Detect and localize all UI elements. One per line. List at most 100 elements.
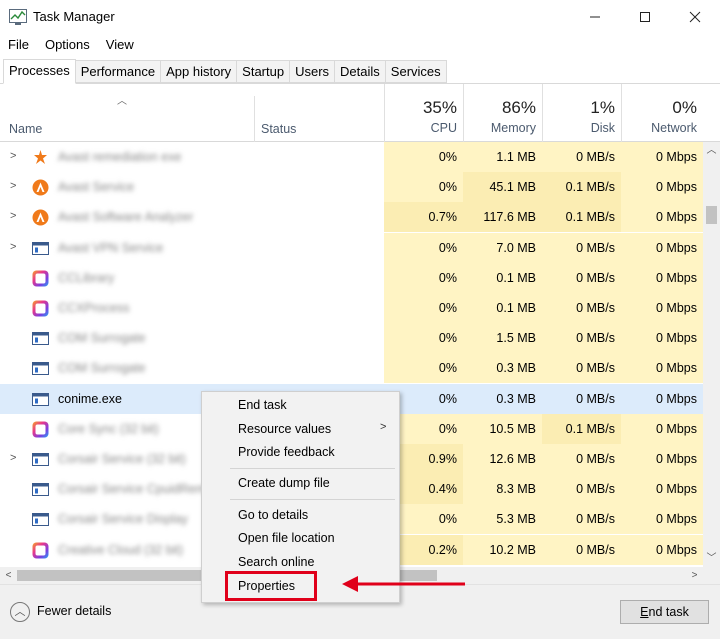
expand-chevron-icon[interactable]: > <box>10 241 16 253</box>
tab-startup[interactable]: Startup <box>237 60 291 83</box>
tab-processes[interactable]: Processes <box>3 59 76 84</box>
network-value: 0 Mbps <box>656 392 697 406</box>
tab-strip: Processes Performance App history Startu… <box>3 59 447 84</box>
process-row[interactable]: CCXProcess 0% 0.1 MB 0 MB/s 0 Mbps <box>0 293 703 323</box>
network-label: Network <box>651 121 697 135</box>
tab-performance[interactable]: Performance <box>75 60 162 83</box>
network-value: 0 Mbps <box>621 293 703 323</box>
minimize-icon <box>590 16 600 18</box>
close-icon <box>689 11 701 23</box>
task-manager-icon <box>9 9 27 25</box>
column-status[interactable]: Status <box>261 122 296 136</box>
process-name: Corsair Service (32 bit) <box>58 452 186 466</box>
process-row[interactable]: CCLibrary 0% 0.1 MB 0 MB/s 0 Mbps <box>0 263 703 293</box>
menu-go-to-details[interactable]: Go to details <box>238 508 308 522</box>
process-name: COM Surrogate <box>58 361 146 375</box>
avast-icon <box>32 209 49 226</box>
scrollbar-corner <box>703 567 720 584</box>
cpu-value: 0% <box>384 263 463 293</box>
expand-chevron-icon[interactable]: > <box>10 210 16 222</box>
menu-resource-values[interactable]: Resource values <box>238 422 331 436</box>
menu-view[interactable]: View <box>98 35 142 55</box>
tab-services[interactable]: Services <box>385 60 447 83</box>
process-row[interactable]: COM Surrogate 0% 1.5 MB 0 MB/s 0 Mbps <box>0 323 703 353</box>
menu-separator <box>230 499 395 500</box>
properties-highlight-box <box>225 571 317 601</box>
memory-value: 0.1 MB <box>463 263 542 293</box>
process-row[interactable]: > Avast Service 0% 45.1 MB 0.1 MB/s 0 Mbps <box>0 172 703 202</box>
disk-value: 0 MB/s <box>542 535 621 565</box>
menu-create-dump-file[interactable]: Create dump file <box>238 476 330 490</box>
cpu-value: 0% <box>384 353 463 383</box>
title-bar: Task Manager <box>0 0 720 34</box>
column-memory[interactable]: 86% Memory <box>463 84 542 142</box>
column-disk[interactable]: 1% Disk <box>542 84 621 142</box>
menu-open-file-location[interactable]: Open file location <box>238 531 335 545</box>
disk-value: 0 MB/s <box>576 392 615 406</box>
disk-value: 0 MB/s <box>542 444 621 474</box>
disk-value: 0 MB/s <box>542 504 621 534</box>
sort-ascending-icon: ︿ <box>117 96 127 107</box>
window-app-icon <box>32 360 49 377</box>
memory-total: 86% <box>501 98 536 117</box>
tab-users[interactable]: Users <box>290 60 336 83</box>
fewer-details-link[interactable]: Fewer details <box>37 604 111 618</box>
memory-value: 0.3 MB <box>463 353 542 383</box>
end-task-button[interactable]: End task <box>620 600 709 624</box>
disk-value: 0 MB/s <box>542 142 621 172</box>
process-name: COM Surrogate <box>58 331 146 345</box>
memory-value: 117.6 MB <box>463 202 542 232</box>
disk-value: 0 MB/s <box>542 233 621 263</box>
process-row[interactable]: COM Surrogate 0% 0.3 MB 0 MB/s 0 Mbps <box>0 353 703 383</box>
process-name: Core Sync (32 bit) <box>58 422 159 436</box>
tab-app-history[interactable]: App history <box>161 60 238 83</box>
close-button[interactable] <box>672 0 718 34</box>
column-network[interactable]: 0% Network <box>621 84 703 142</box>
column-name[interactable]: Name <box>9 122 42 136</box>
process-name: Creative Cloud (32 bit) <box>58 543 184 557</box>
scroll-up-icon[interactable]: ︿ <box>703 142 720 159</box>
scroll-down-icon[interactable]: ﹀ <box>703 550 720 567</box>
menu-search-online[interactable]: Search online <box>238 555 314 569</box>
process-name: conime.exe <box>58 392 122 406</box>
expand-chevron-icon[interactable]: > <box>10 150 16 162</box>
network-value: 0 Mbps <box>621 504 703 534</box>
disk-total: 1% <box>590 98 615 117</box>
process-name: CCLibrary <box>58 271 115 285</box>
expand-chevron-icon[interactable]: > <box>10 180 16 192</box>
expand-chevron-icon[interactable]: > <box>10 452 16 464</box>
menu-provide-feedback[interactable]: Provide feedback <box>238 445 335 459</box>
end-task-label: nd task <box>648 605 689 619</box>
process-row[interactable]: > Avast VPN Service 0% 7.0 MB 0 MB/s 0 Mbps <box>0 233 703 263</box>
tab-details[interactable]: Details <box>335 60 386 83</box>
scroll-left-icon[interactable]: < <box>0 567 17 584</box>
process-name: Avast VPN Service <box>58 241 164 255</box>
collapse-chevron-icon[interactable]: ︿ <box>10 602 30 622</box>
creative-cloud-icon <box>32 542 49 559</box>
disk-value: 0.1 MB/s <box>542 172 621 202</box>
menu-end-task[interactable]: End task <box>238 398 287 412</box>
network-value: 0 Mbps <box>621 444 703 474</box>
minimize-button[interactable] <box>572 0 618 34</box>
process-row[interactable]: > Avast remediation exe 0% 1.1 MB 0 MB/s 0 Mb… <box>0 142 703 172</box>
cpu-total: 35% <box>422 98 457 117</box>
red-arrow-icon <box>342 576 465 592</box>
vertical-scrollbar[interactable]: ︿ ﹀ <box>703 142 720 567</box>
network-value: 0 Mbps <box>621 535 703 565</box>
menu-file[interactable]: File <box>0 35 37 55</box>
maximize-button[interactable] <box>622 0 668 34</box>
column-cpu[interactable]: 35% CPU <box>384 84 463 142</box>
process-name: CCXProcess <box>58 301 130 315</box>
memory-value: 8.3 MB <box>463 474 542 504</box>
cpu-value: 0% <box>384 233 463 263</box>
process-name: Corsair Service Display <box>58 512 188 526</box>
network-value: 0 Mbps <box>621 172 703 202</box>
process-row[interactable]: > Avast Software Analyzer 0.7% 117.6 MB 0.1 … <box>0 202 703 232</box>
creative-cloud-icon <box>32 270 49 287</box>
submenu-arrow-icon: > <box>380 421 387 433</box>
window-app-icon <box>32 511 49 528</box>
scroll-right-icon[interactable]: > <box>686 567 703 584</box>
menu-options[interactable]: Options <box>37 35 98 55</box>
vertical-scroll-thumb[interactable] <box>706 206 717 224</box>
network-value: 0 Mbps <box>621 414 703 444</box>
